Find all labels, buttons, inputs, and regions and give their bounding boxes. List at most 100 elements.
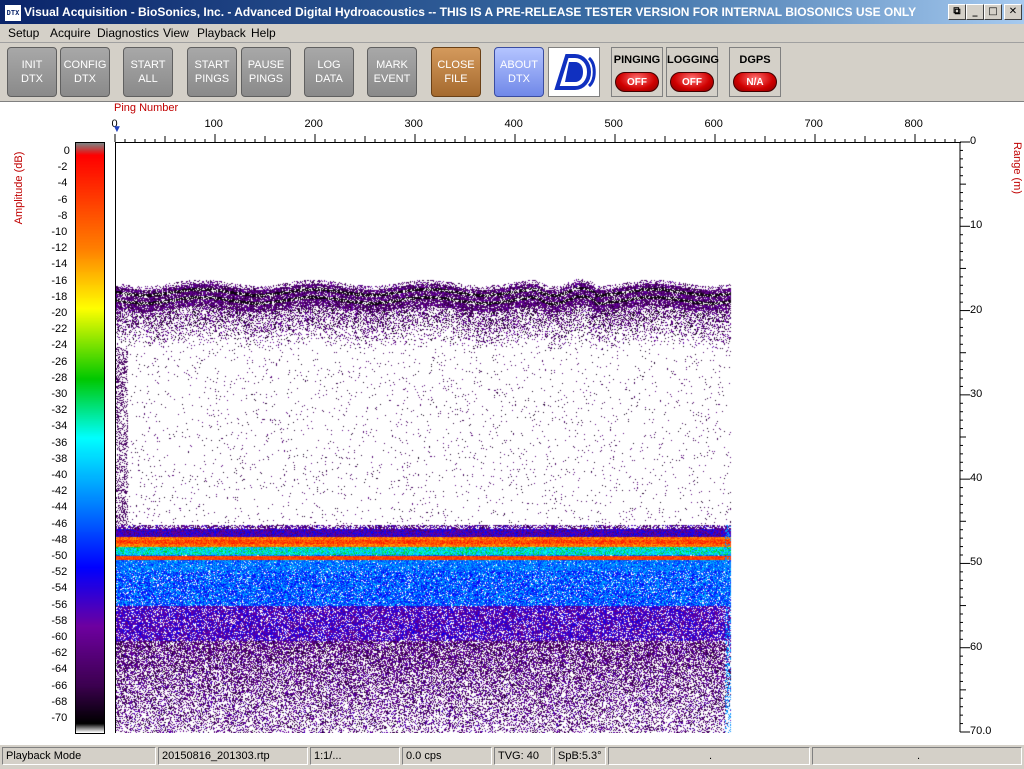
amplitude-color-scale — [75, 142, 105, 734]
amplitude-tick-label: -12 — [51, 242, 68, 255]
dgps-indicator: N/A — [733, 72, 777, 92]
about-dtx-line2: DTX — [508, 73, 530, 85]
echogram-canvas[interactable] — [115, 142, 961, 733]
amplitude-tick-label: -2 — [57, 161, 68, 174]
amplitude-tick-label: -14 — [51, 258, 68, 271]
amplitude-tick-label: -4 — [57, 177, 68, 190]
log-data-button[interactable]: LOG DATA — [304, 47, 354, 97]
start-all-button[interactable]: START ALL — [123, 47, 173, 97]
range-tick-label: 70.0 — [970, 725, 992, 737]
amplitude-tick-label: -58 — [51, 614, 68, 627]
amplitude-tick-label: -52 — [51, 566, 68, 579]
status-filename: 20150816_201303.rtp — [158, 747, 308, 765]
status-ratio: 1:1/... — [310, 747, 400, 765]
pause-pings-button[interactable]: PAUSE PINGS — [241, 47, 291, 97]
amplitude-tick-label: -48 — [51, 533, 68, 546]
status-field-8: . — [812, 747, 1022, 765]
amplitude-tick-label: -68 — [51, 695, 68, 708]
amplitude-tick-label: -6 — [57, 193, 68, 206]
menu-help[interactable]: Help — [251, 26, 276, 40]
restore-icon[interactable]: ⧉ — [948, 4, 966, 20]
status-cps: 0.0 cps — [402, 747, 492, 765]
close-file-button[interactable]: CLOSE FILE — [431, 47, 481, 97]
amplitude-tick-label: -26 — [51, 355, 68, 368]
amplitude-tick-label: -30 — [51, 388, 68, 400]
menu-acquire[interactable]: Acquire — [50, 26, 91, 40]
range-tick-label: 50 — [970, 556, 983, 569]
dgps-label: DGPS — [739, 54, 771, 66]
menu-view[interactable]: View — [163, 26, 189, 40]
amplitude-tick-label: -64 — [51, 663, 68, 676]
amplitude-tick-label: -50 — [51, 550, 68, 562]
dgps-status: DGPS N/A — [729, 47, 781, 97]
log-data-line2: DATA — [315, 73, 343, 85]
logging-indicator: OFF — [670, 72, 714, 92]
about-dtx-line1: ABOUT — [500, 59, 538, 71]
mark-event-line2: EVENT — [373, 73, 411, 85]
start-pings-line2: PINGS — [194, 73, 230, 85]
amplitude-tick-label: -16 — [51, 274, 68, 287]
close-file-line1: CLOSE — [437, 59, 475, 71]
amplitude-tick-label: -20 — [51, 307, 68, 319]
mark-event-line1: MARK — [376, 59, 408, 71]
amplitude-tick-label: -8 — [57, 209, 68, 222]
amplitude-tick-label: -38 — [51, 452, 68, 465]
config-dtx-line1: CONFIG — [63, 59, 107, 71]
amplitude-tick-label: -60 — [51, 631, 68, 643]
range-tick-label: 40 — [970, 472, 983, 485]
amplitude-tick-label: -62 — [51, 647, 68, 660]
close-button[interactable]: ✕ — [1004, 4, 1022, 20]
amplitude-tick-label: -42 — [51, 485, 68, 498]
range-tick-label: 20 — [970, 303, 983, 316]
app-icon[interactable]: DTX — [4, 4, 22, 22]
init-dtx-button[interactable]: INIT DTX — [7, 47, 57, 97]
log-data-line1: LOG — [317, 59, 341, 71]
about-dtx-button[interactable]: ABOUT DTX — [494, 47, 544, 97]
start-all-line1: START — [130, 59, 166, 71]
minimize-button[interactable]: _ — [966, 4, 984, 20]
window-title: Visual Acquisition - BioSonics, Inc. - A… — [24, 5, 917, 19]
pinging-label: PINGING — [613, 54, 661, 66]
amplitude-tick-label: -10 — [51, 226, 68, 238]
amplitude-tick-label: -22 — [51, 323, 68, 336]
logging-status: LOGGING OFF — [666, 47, 719, 97]
amplitude-tick-label: -70 — [51, 712, 68, 724]
logging-label: LOGGING — [667, 54, 719, 66]
config-dtx-button[interactable]: CONFIG DTX — [60, 47, 110, 97]
menu-diagnostics[interactable]: Diagnostics — [97, 26, 159, 40]
status-tvg: TVG: 40 — [494, 747, 552, 765]
amplitude-tick-label: -40 — [51, 469, 68, 481]
close-file-line2: FILE — [444, 73, 468, 85]
menu-bar: Setup Acquire Diagnostics View Playback … — [0, 24, 1024, 43]
ping-ruler — [114, 134, 956, 142]
biosonics-logo-icon — [548, 47, 600, 97]
amplitude-tick-label: -32 — [51, 404, 68, 417]
config-dtx-line2: DTX — [74, 73, 96, 85]
status-field-7: . — [608, 747, 810, 765]
amplitude-tick-label: -24 — [51, 339, 68, 352]
menu-setup[interactable]: Setup — [8, 26, 39, 40]
start-pings-line1: START — [194, 59, 230, 71]
start-pings-button[interactable]: START PINGS — [187, 47, 237, 97]
start-all-line2: ALL — [138, 73, 158, 85]
amplitude-tick-label: -56 — [51, 598, 68, 611]
status-spb: SpB:5.3° — [554, 747, 606, 765]
ping-axis-title: Ping Number — [114, 102, 179, 114]
pinging-indicator: OFF — [615, 72, 659, 92]
mark-event-button[interactable]: MARK EVENT — [367, 47, 417, 97]
init-dtx-line1: INIT — [21, 59, 43, 71]
maximize-button[interactable]: □ — [984, 4, 1002, 20]
init-dtx-line2: DTX — [21, 73, 43, 85]
range-tick-label: 10 — [970, 219, 983, 232]
amplitude-tick-label: -34 — [51, 420, 68, 433]
title-bar: DTX Visual Acquisition - BioSonics, Inc.… — [0, 0, 1024, 24]
echogram-panel: Ping Number 0 100 200 300 400 500 600 700 800 Am… — [0, 102, 1024, 744]
pause-pings-line2: PINGS — [248, 73, 284, 85]
toolbar: INIT DTX CONFIG DTX START ALL START PINGS PA… — [0, 43, 1024, 102]
pinging-status: PINGING OFF — [611, 47, 663, 97]
menu-playback[interactable]: Playback — [197, 26, 246, 40]
range-tick-label: 30 — [970, 387, 983, 400]
biosonics-logo-svg — [554, 54, 596, 90]
amplitude-tick-label: -46 — [51, 517, 68, 530]
amplitude-tick-label: 0 — [63, 145, 70, 157]
